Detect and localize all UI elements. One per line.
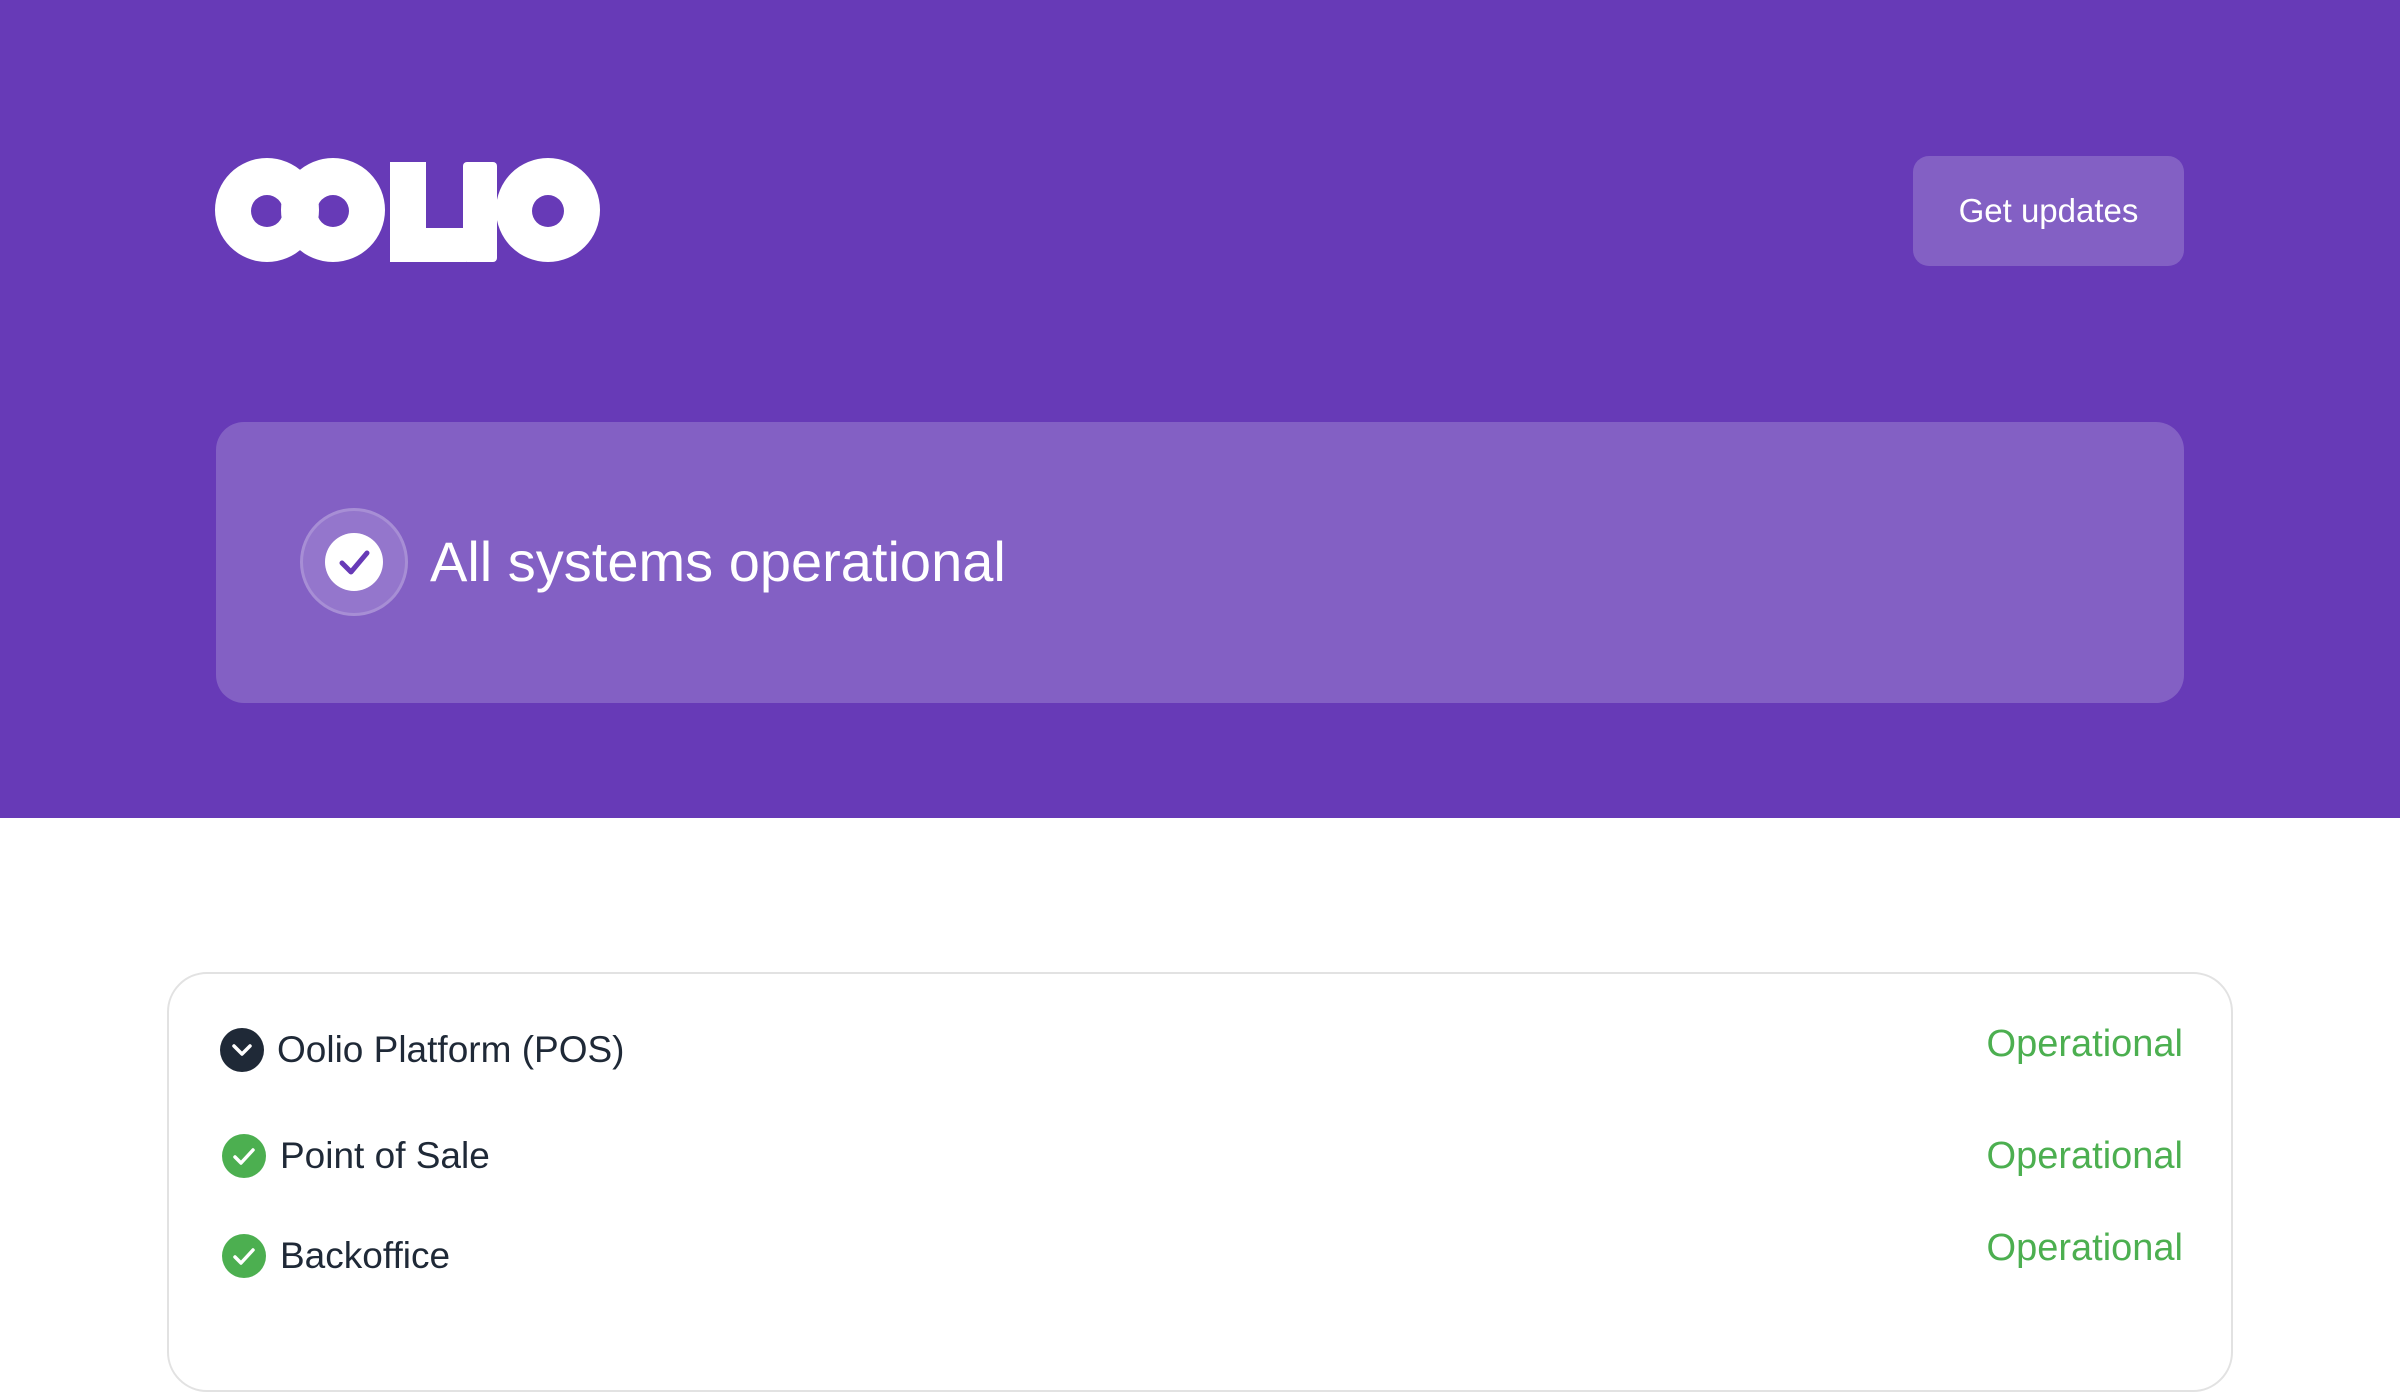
check-circle-icon	[222, 1134, 266, 1178]
component-status: Operational	[1986, 1023, 2183, 1065]
component-status: Operational	[1986, 1227, 2183, 1269]
overall-status-card: All systems operational	[216, 422, 2184, 703]
chevron-down-icon[interactable]	[220, 1028, 264, 1072]
component-name: Point of Sale	[280, 1135, 490, 1176]
component-row: Point of Sale Operational	[169, 1116, 2231, 1196]
components-list: Oolio Platform (POS) Operational Point o…	[167, 972, 2233, 1392]
component-name: Oolio Platform (POS)	[277, 1029, 625, 1070]
get-updates-button[interactable]: Get updates	[1913, 156, 2184, 266]
component-name: Backoffice	[280, 1235, 451, 1276]
check-circle-icon	[222, 1234, 266, 1278]
overall-status-text: All systems operational	[430, 530, 1006, 593]
component-group-row[interactable]: Oolio Platform (POS) Operational	[169, 1010, 2231, 1090]
status-check-icon	[300, 508, 408, 616]
header-banner: Get updates All systems operational	[0, 0, 2400, 818]
component-row: Backoffice Operational	[169, 1216, 2231, 1296]
oolio-logo[interactable]	[215, 158, 600, 263]
component-status: Operational	[1986, 1135, 2183, 1177]
